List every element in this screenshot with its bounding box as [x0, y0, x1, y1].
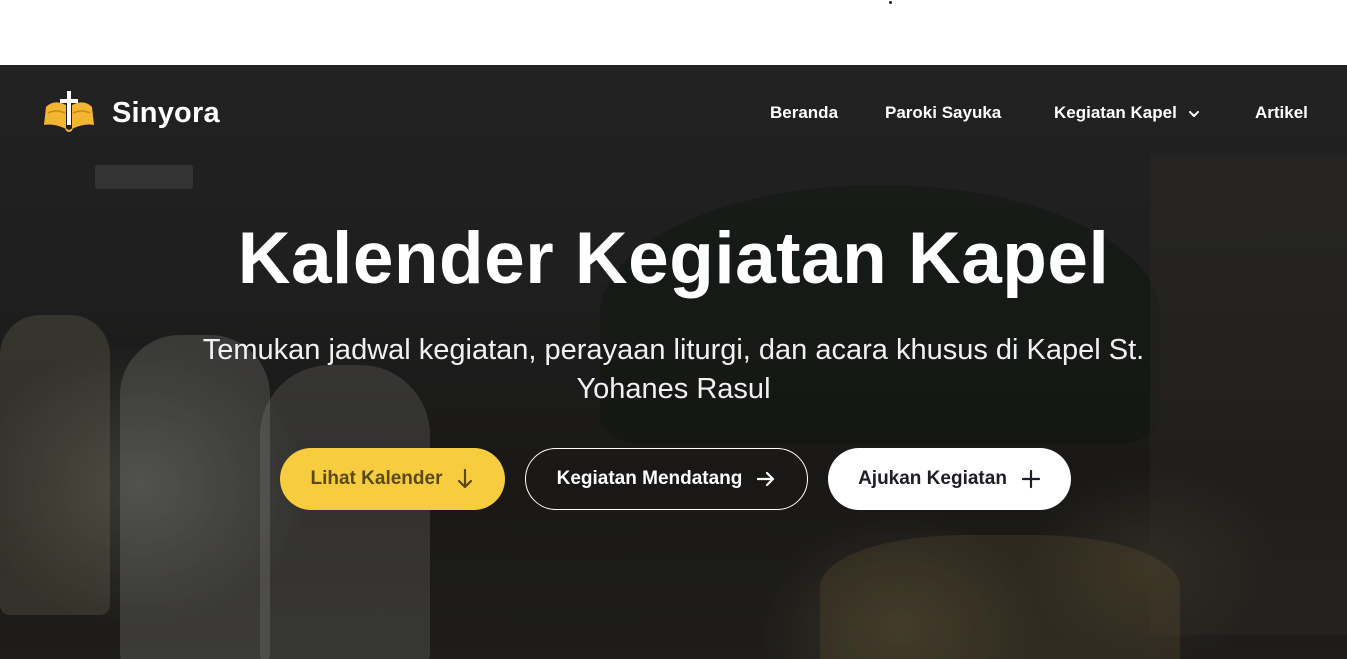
main-navigation: Sinyora Beranda Paroki Sayuka Kegiatan K… [0, 65, 1347, 161]
nav-item-paroki-sayuka[interactable]: Paroki Sayuka [885, 103, 1001, 123]
nav-item-artikel[interactable]: Artikel [1255, 103, 1308, 123]
cursor-dot [889, 1, 892, 4]
button-label: Kegiatan Mendatang [556, 468, 743, 489]
brand-link[interactable]: Sinyora [40, 89, 220, 137]
plus-icon [1021, 469, 1041, 489]
submit-event-button[interactable]: Ajukan Kegiatan [828, 448, 1071, 510]
arrow-right-icon [757, 471, 775, 487]
upcoming-events-button[interactable]: Kegiatan Mendatang [525, 448, 808, 510]
brand-name: Sinyora [112, 96, 220, 129]
page-title: Kalender Kegiatan Kapel [237, 218, 1110, 299]
nav-item-label: Kegiatan Kapel [1054, 103, 1177, 122]
arrow-down-icon [458, 468, 473, 489]
button-label: Ajukan Kegiatan [858, 468, 1007, 489]
button-label: Lihat Kalender [310, 468, 443, 489]
page-subtitle: Temukan jadwal kegiatan, perayaan liturg… [202, 334, 1145, 405]
top-strip [0, 0, 1347, 65]
nav-item-kegiatan-kapel[interactable]: Kegiatan Kapel [1054, 103, 1200, 123]
chevron-down-icon [1188, 110, 1199, 117]
hero-section: Sinyora Beranda Paroki Sayuka Kegiatan K… [0, 65, 1347, 659]
cross-wings-logo-icon [44, 91, 94, 132]
view-calendar-button[interactable]: Lihat Kalender [280, 448, 505, 510]
nav-item-beranda[interactable]: Beranda [770, 103, 838, 123]
